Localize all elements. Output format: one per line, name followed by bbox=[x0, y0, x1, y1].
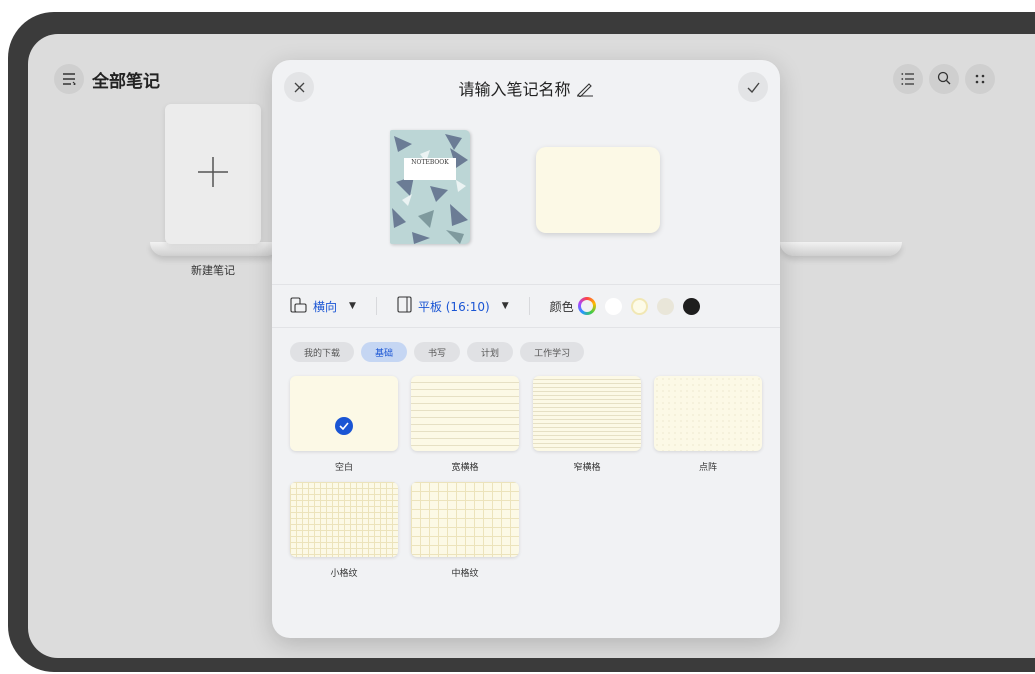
new-note-label: 新建笔记 bbox=[191, 264, 235, 277]
more-button[interactable] bbox=[965, 64, 995, 94]
template-label: 宽横格 bbox=[451, 463, 479, 473]
template-label: 空白 bbox=[334, 463, 353, 473]
bookshelf-right bbox=[780, 242, 902, 256]
template-label: 中格纹 bbox=[451, 569, 479, 579]
plus-icon bbox=[196, 155, 230, 193]
tab-downloads[interactable]: 我的下载 bbox=[290, 342, 355, 362]
paper-size-value: 平板 (16:10) bbox=[417, 299, 490, 314]
color-wheel-swatch[interactable] bbox=[578, 297, 596, 315]
search-icon bbox=[937, 70, 951, 89]
template-wide-ruled[interactable] bbox=[411, 376, 519, 451]
selected-check-icon bbox=[335, 417, 353, 435]
topbar-right bbox=[893, 64, 995, 94]
color-swatch-white[interactable] bbox=[604, 297, 622, 315]
pencil-icon bbox=[576, 80, 594, 99]
template-label: 小格纹 bbox=[330, 569, 358, 579]
topbar-left: 全部笔记 bbox=[54, 64, 160, 94]
cover-pattern bbox=[392, 134, 468, 244]
color-label: 颜色 bbox=[549, 299, 574, 314]
new-note-card[interactable] bbox=[165, 104, 261, 244]
orientation-value: 横向 bbox=[313, 299, 338, 314]
caret-down-icon: ▼ bbox=[349, 301, 356, 311]
template-tabs: 我的下载 基础 书写 计划 工作学习 bbox=[290, 342, 585, 362]
menu-button[interactable] bbox=[54, 64, 84, 94]
page-title: 全部笔记 bbox=[92, 71, 160, 92]
template-blank[interactable] bbox=[290, 376, 398, 451]
template-label: 点阵 bbox=[698, 463, 717, 473]
template-medium-grid[interactable] bbox=[411, 482, 519, 557]
app-screen: 全部笔记 新建笔记 请输入笔记名称 NOTEBOOK 横向 ▼ 平板 (16:1… bbox=[28, 34, 1035, 658]
template-label: 窄横格 bbox=[573, 463, 601, 473]
paper-size-select[interactable]: 平板 (16:10) ▼ bbox=[397, 296, 509, 316]
more-icon bbox=[974, 70, 986, 89]
paper-preview[interactable] bbox=[536, 147, 660, 233]
bookshelf-left bbox=[150, 242, 280, 256]
tablet-icon bbox=[397, 296, 412, 316]
cover-title: NOTEBOOK bbox=[404, 158, 456, 180]
list-icon bbox=[901, 70, 915, 89]
menu-icon bbox=[62, 70, 76, 89]
color-swatch-cream[interactable] bbox=[630, 297, 648, 315]
tab-basic[interactable]: 基础 bbox=[361, 342, 408, 362]
note-name-text: 请输入笔记名称 bbox=[458, 80, 571, 99]
divider bbox=[528, 297, 530, 315]
tab-plan[interactable]: 计划 bbox=[467, 342, 514, 362]
color-swatch-beige[interactable] bbox=[656, 297, 674, 315]
template-dot-grid[interactable] bbox=[654, 376, 762, 451]
options-bar: 横向 ▼ 平板 (16:10) ▼ 颜色 bbox=[272, 284, 780, 328]
check-icon bbox=[747, 78, 760, 97]
tab-writing[interactable]: 书写 bbox=[414, 342, 461, 362]
note-name-field[interactable]: 请输入笔记名称 bbox=[272, 76, 780, 100]
template-small-grid[interactable] bbox=[290, 482, 398, 557]
cover-preview[interactable]: NOTEBOOK bbox=[390, 130, 470, 244]
orientation-select[interactable]: 横向 ▼ bbox=[290, 296, 356, 316]
orientation-icon bbox=[290, 296, 307, 316]
list-view-button[interactable] bbox=[893, 64, 923, 94]
confirm-button[interactable] bbox=[738, 72, 768, 102]
caret-down-icon: ▼ bbox=[501, 301, 509, 311]
divider bbox=[375, 297, 377, 315]
search-button[interactable] bbox=[929, 64, 959, 94]
tab-work-study[interactable]: 工作学习 bbox=[520, 342, 585, 362]
new-note-dialog: 请输入笔记名称 NOTEBOOK 横向 ▼ 平板 (16:10) ▼ 颜色 我的… bbox=[272, 60, 780, 638]
color-swatch-black[interactable] bbox=[682, 297, 700, 315]
template-narrow-ruled[interactable] bbox=[533, 376, 641, 451]
